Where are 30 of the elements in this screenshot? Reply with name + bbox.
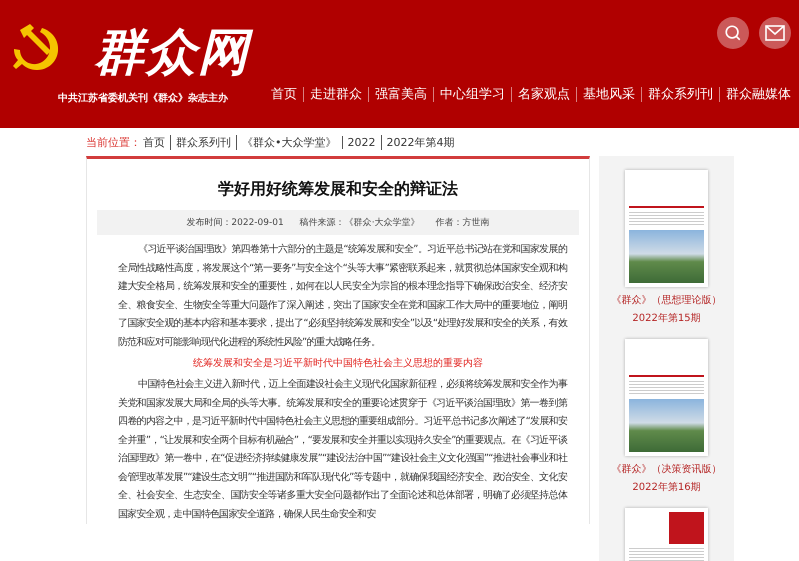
nav-link[interactable]: 群众系列刊 xyxy=(641,87,719,102)
breadcrumb-link[interactable]: 2022 xyxy=(342,136,380,148)
breadcrumb-link[interactable]: 《群众•大众学堂》 xyxy=(236,134,342,150)
issue-text: 2022年第16期 xyxy=(632,480,701,494)
breadcrumb-link[interactable]: 首页 xyxy=(141,134,170,150)
magazine-title-link[interactable]: 《群众》（决策资讯版） xyxy=(612,462,722,476)
nav-link[interactable]: 名家观点 xyxy=(511,87,576,102)
magazine-cover-drawing[interactable] xyxy=(625,170,708,287)
article-paragraph: 《习近平谈治国理政》第四卷第十六部分的主题是“统筹发展和安全”。习近平总书记站在党和国家发展的全局性战略性高度，将发展这个“第一要务”与安全这个“头等大事”紧密联系起来，就贯彻总体国家安全观和构建大安全格局，统筹发展和安全的重要性，如何在以人民安全为宗旨的根本理念指导下确保政治安全、经济安全、粮食安全、生物安全等重大问题作了深入阐述，突出了国家安全在党和国家工作大局中的重要地位，阐明了国家安全观的基本内容和基本要求，提出了“必须坚持统筹发展和安全”以及“处理好发展和安全的关系，有效防范和应对可能影响现代化进程的系统性风险”的重大战略任务。 xyxy=(118,242,567,350)
site-subtitle: 中共江苏省委机关刊《群众》杂志主办 xyxy=(58,91,229,105)
article-title: 学好用好统筹发展和安全的辩证法 xyxy=(217,179,459,200)
nav-link[interactable]: 基地风采 xyxy=(576,87,641,102)
nav-link[interactable]: 走进群众 xyxy=(303,87,368,102)
breadcrumb-link[interactable]: 2022年第4期 xyxy=(380,134,460,150)
nav-link[interactable]: 中心组学习 xyxy=(433,87,511,102)
search-icon[interactable] xyxy=(717,17,749,49)
nav-link[interactable]: 强富美高 xyxy=(368,87,433,102)
section-heading: 统筹发展和安全是习近平新时代中国特色社会主义思想的重要内容 xyxy=(192,356,484,370)
issue-text: 2022年第15期 xyxy=(632,312,701,325)
nav-link[interactable]: 首页 xyxy=(265,87,303,102)
magazine-title-link[interactable]: 《群众》（思想理论版） xyxy=(612,293,722,307)
meta-text: 稿件来源：《群众·大众学堂》 xyxy=(300,216,420,229)
magazine-cover-drawing[interactable] xyxy=(625,339,708,456)
meta-text: 作者：方世南 xyxy=(436,216,490,229)
breadcrumb-link[interactable]: 群众系列刊 xyxy=(170,134,236,150)
nav-link[interactable]: 群众融媒体 xyxy=(719,87,797,102)
breadcrumb-label: 当前位置： xyxy=(86,134,141,150)
meta-text: 发布时间：2022-09-01 xyxy=(186,216,284,229)
mail-icon[interactable] xyxy=(759,17,791,49)
article-paragraph: 中国特色社会主义进入新时代，迈上全面建设社会主义现代化国家新征程，必须将统筹发展和安全作为事关党和国家发展大局和全局的头等大事。统筹发展和安全的重要论述贯穿于《习近平谈治国理政》第一卷到第四卷的内容之中，是习近平新时代中国特色社会主义思想的重要组成部分。习近平总书记多次阐述了“发展和安全并重”，“让发展和安全两个目标有机融合”，“要发展和安全并重以实现持久安全”的重要观点。在《习近平谈治国理政》第一卷中，在“促进经济持续健康发展”“建设法治中国”“建设社会主义文化强国”“推进社会事业和社会管理改革发展”“建设生态文明”“推进国防和军队现代化”等专题中，就确保我国经济安全、政治安全、文化安全、社会安全、生态安全、国防安全等诸多重大安全问题都作出了全面论述和总体部署，明确了必须坚持总体国家安全观，走中国特色国家安全道路，确保人民生命安全和安 xyxy=(118,378,567,522)
